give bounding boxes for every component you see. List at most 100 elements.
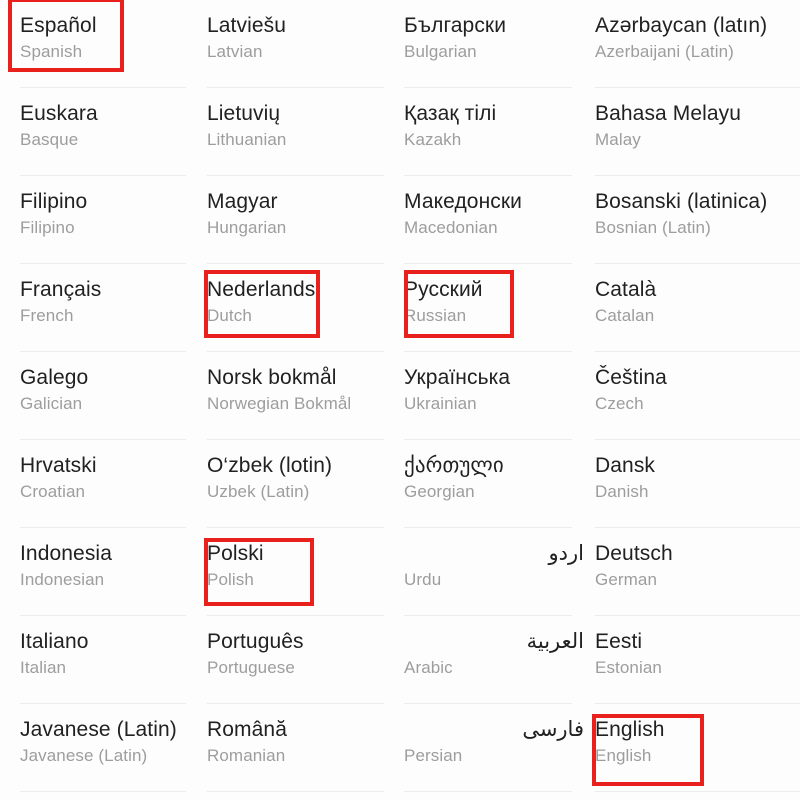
english-language-name: Uzbek (Latin) [207,482,310,501]
language-item-arabic[interactable]: العربية Arabic [394,616,584,704]
language-column-3: Български Bulgarian Қазақ тілі Kazakh Ма… [394,0,584,800]
language-item-azerbaijani-latin[interactable]: Azərbaycan (latın) Azerbaijani (Latin) [584,0,800,88]
english-language-name: Hungarian [207,218,287,237]
english-language-name: Norwegian Bokmål [207,394,352,413]
language-item-urdu[interactable]: اردو Urdu [394,528,584,616]
english-language-name: Kazakh [404,130,462,149]
native-language-name: Русский [404,278,483,301]
language-item-malay[interactable]: Bahasa Melayu Malay [584,88,800,176]
language-item-basque[interactable]: Euskara Basque [0,88,196,176]
native-language-name: فارسی [522,718,584,741]
english-language-name: Filipino [20,218,75,237]
english-language-name: Estonian [595,658,662,677]
native-language-name: Italiano [20,630,89,653]
english-language-name: Danish [595,482,649,501]
native-language-name: Dansk [595,454,656,477]
language-item-hungarian[interactable]: Magyar Hungarian [196,176,394,264]
english-language-name: Ukrainian [404,394,477,413]
native-language-name: Eesti [595,630,643,653]
language-item-portuguese[interactable]: Português Portuguese [196,616,394,704]
language-item-norwegian-bokmal[interactable]: Norsk bokmål Norwegian Bokmål [196,352,394,440]
english-language-name: Czech [595,394,644,413]
language-item-filipino[interactable]: Filipino Filipino [0,176,196,264]
language-item-polish[interactable]: Polski Polish [196,528,394,616]
language-item-latvian[interactable]: Latviešu Latvian [196,0,394,88]
native-language-name: Azərbaycan (latın) [595,14,768,37]
language-item-indonesian[interactable]: Indonesia Indonesian [0,528,196,616]
language-item-galician[interactable]: Galego Galician [0,352,196,440]
language-item-lithuanian[interactable]: Lietuvių Lithuanian [196,88,394,176]
english-language-name: Georgian [404,482,475,501]
language-item-bosnian-latin[interactable]: Bosanski (latinica) Bosnian (Latin) [584,176,800,264]
native-language-name: Galego [20,366,89,389]
language-item-french[interactable]: Français French [0,264,196,352]
language-item-uzbek-latin[interactable]: O‘zbek (lotin) Uzbek (Latin) [196,440,394,528]
native-language-name: Javanese (Latin) [20,718,177,741]
english-language-name: Indonesian [20,570,105,589]
native-language-name: Català [595,278,657,301]
english-language-name: Russian [404,306,467,325]
native-language-name: Čeština [595,366,667,389]
english-language-name: Polish [207,570,254,589]
language-item-german[interactable]: Deutsch German [584,528,800,616]
native-language-name: Deutsch [595,542,673,565]
native-language-name: Filipino [20,190,88,213]
english-language-name: Bosnian (Latin) [595,218,711,237]
native-language-name: Euskara [20,102,98,125]
native-language-name: Bahasa Melayu [595,102,742,125]
language-item-kazakh[interactable]: Қазақ тілі Kazakh [394,88,584,176]
english-language-name: Arabic [404,658,453,677]
english-language-name: French [20,306,74,325]
english-language-name: Macedonian [404,218,498,237]
native-language-name: Hrvatski [20,454,97,477]
language-item-english[interactable]: English English [584,704,800,792]
language-item-javanese-latin[interactable]: Javanese (Latin) Javanese (Latin) [0,704,196,792]
native-language-name: Български [404,14,507,37]
native-language-name: ქართული [404,454,504,477]
native-language-name: Norsk bokmål [207,366,337,389]
language-item-spanish[interactable]: Español Spanish [0,0,196,88]
english-language-name: Portuguese [207,658,295,677]
language-item-persian[interactable]: فارسی Persian [394,704,584,792]
english-language-name: English [595,746,652,765]
native-language-name: Magyar [207,190,278,213]
language-item-romanian[interactable]: Română Romanian [196,704,394,792]
language-column-2: Latviešu Latvian Lietuvių Lithuanian Mag… [196,0,394,800]
language-item-russian[interactable]: Русский Russian [394,264,584,352]
native-language-name: English [595,718,665,741]
english-language-name: Italian [20,658,67,677]
english-language-name: Basque [20,130,79,149]
native-language-name: Română [207,718,287,741]
english-language-name: Urdu [404,570,442,589]
language-item-czech[interactable]: Čeština Czech [584,352,800,440]
english-language-name: Malay [595,130,641,149]
language-item-danish[interactable]: Dansk Danish [584,440,800,528]
language-item-estonian[interactable]: Eesti Estonian [584,616,800,704]
english-language-name: Azerbaijani (Latin) [595,42,734,61]
native-language-name: Bosanski (latinica) [595,190,768,213]
language-item-croatian[interactable]: Hrvatski Croatian [0,440,196,528]
language-item-catalan[interactable]: Català Catalan [584,264,800,352]
language-item-bulgarian[interactable]: Български Bulgarian [394,0,584,88]
language-column-1: Español Spanish Euskara Basque Filipino … [0,0,196,800]
english-language-name: Croatian [20,482,86,501]
language-column-4: Azərbaycan (latın) Azerbaijani (Latin) B… [584,0,800,800]
english-language-name: Romanian [207,746,286,765]
language-item-italian[interactable]: Italiano Italian [0,616,196,704]
native-language-name: O‘zbek (lotin) [207,454,333,477]
language-item-georgian[interactable]: ქართული Georgian [394,440,584,528]
language-item-dutch[interactable]: Nederlands Dutch [196,264,394,352]
native-language-name: Қазақ тілі [404,102,497,125]
language-item-ukrainian[interactable]: Українська Ukrainian [394,352,584,440]
english-language-name: Lithuanian [207,130,287,149]
native-language-name: اردو [548,542,584,565]
native-language-name: Latviešu [207,14,287,37]
english-language-name: Javanese (Latin) [20,746,148,765]
language-grid: Español Spanish Euskara Basque Filipino … [0,0,800,800]
language-item-macedonian[interactable]: Македонски Macedonian [394,176,584,264]
native-language-name: Nederlands [207,278,316,301]
native-language-name: Indonesia [20,542,112,565]
english-language-name: German [595,570,658,589]
english-language-name: Dutch [207,306,252,325]
english-language-name: Persian [404,746,463,765]
